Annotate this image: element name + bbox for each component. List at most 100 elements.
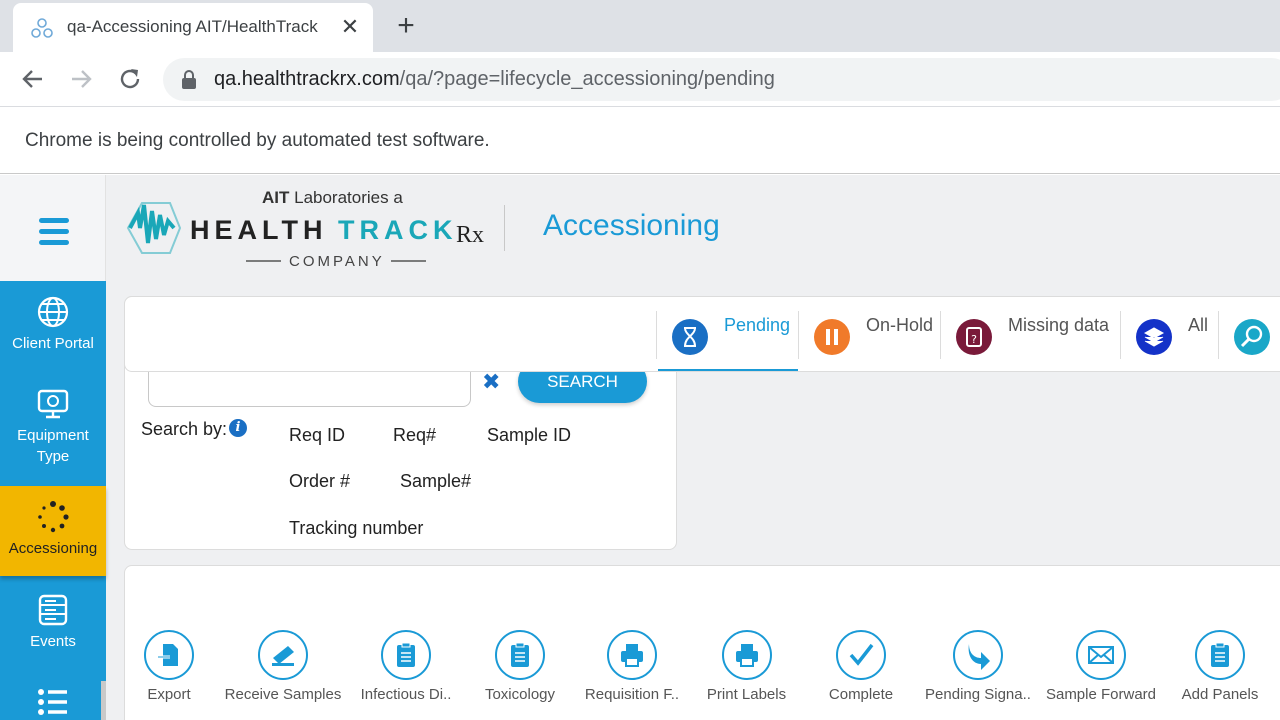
- svg-text:?: ?: [971, 333, 977, 346]
- monitor-icon: [37, 389, 69, 419]
- sidebar-item-accessioning[interactable]: Accessioning: [0, 486, 106, 576]
- printer-icon: [721, 630, 772, 680]
- clipboard-icon: [381, 630, 431, 680]
- sidebar-item-list[interactable]: [0, 685, 106, 720]
- app-header: AIT Laboratories a HEALTH TRACK Rx COMPA…: [106, 175, 1280, 281]
- browser-toolbar: qa.healthtrackrx.com/qa/?page=lifecycle_…: [0, 52, 1280, 107]
- info-icon[interactable]: i: [229, 419, 247, 437]
- svg-text:HEALTH: HEALTH: [190, 215, 328, 245]
- checkmark-icon: [836, 630, 886, 680]
- sidebar-nav: Client Portal Equipment Type Accessionin…: [0, 281, 106, 720]
- action-label: Complete: [828, 686, 894, 703]
- svg-text:TRACK: TRACK: [338, 215, 458, 245]
- tab-separator: [1218, 311, 1219, 359]
- pending-signature-button[interactable]: Pending Signa..: [923, 630, 1033, 703]
- sidebar-item-label: Equipment Type: [17, 427, 89, 465]
- automation-infobar: Chrome is being controlled by automated …: [0, 107, 1280, 174]
- svg-text:AIT Laboratories a: AIT Laboratories a: [262, 188, 403, 207]
- sidebar-item-label: Client Portal: [12, 335, 94, 352]
- list-icon: [38, 689, 67, 715]
- action-label: Print Labels: [706, 686, 787, 703]
- printer-icon: [607, 630, 657, 680]
- tab-separator: [798, 311, 799, 359]
- hourglass-icon: [672, 319, 708, 355]
- forward-arrow-icon[interactable]: [68, 66, 94, 92]
- toxicology-button[interactable]: Toxicology: [475, 630, 565, 703]
- sidebar-item-label: Events: [30, 633, 76, 650]
- sidebar-scrollbar[interactable]: [101, 681, 106, 720]
- server-list-icon: [38, 594, 68, 626]
- clipboard-icon: [1195, 630, 1245, 680]
- tab-label: Pending: [724, 315, 791, 335]
- action-label: Receive Samples: [224, 686, 342, 703]
- requisition-form-button[interactable]: Requisition F..: [582, 630, 682, 703]
- hamburger-menu-icon[interactable]: [39, 218, 69, 246]
- arrow-down-right-icon: [953, 630, 1003, 680]
- action-label: Add Panels: [1181, 686, 1259, 703]
- lock-icon[interactable]: [181, 70, 197, 90]
- browser-tabstrip: qa-Accessioning AIT/HealthTrack ✕ +: [0, 0, 1280, 52]
- tab-search-advanced[interactable]: [1220, 297, 1280, 371]
- action-label: Sample Forward: [1045, 686, 1157, 703]
- add-panels-button[interactable]: Add Panels: [1175, 630, 1265, 703]
- globe-icon: [37, 296, 69, 328]
- tab-all[interactable]: All: [1122, 297, 1218, 371]
- magnifier-icon: [1234, 319, 1270, 355]
- search-option-sample-number[interactable]: Sample#: [400, 471, 471, 492]
- tab-missing-data[interactable]: ? Missing data: [942, 297, 1120, 371]
- close-tab-icon[interactable]: ✕: [339, 16, 361, 38]
- action-label: Toxicology: [484, 686, 556, 703]
- pause-icon: [814, 319, 850, 355]
- sidebar-item-client-portal[interactable]: Client Portal: [0, 295, 106, 354]
- healthtrackrx-logo: AIT Laboratories a HEALTH TRACK Rx COMPA…: [126, 188, 484, 270]
- tab-on-hold[interactable]: On-Hold: [800, 297, 940, 371]
- tab-pending[interactable]: Pending: [658, 297, 798, 371]
- sidebar-header: [0, 175, 106, 281]
- action-label: Requisition F..: [584, 686, 680, 703]
- new-tab-button[interactable]: +: [392, 11, 420, 41]
- tab-label: On-Hold: [866, 315, 934, 335]
- url-text: qa.healthtrackrx.com/qa/?page=lifecycle_…: [214, 68, 775, 90]
- page-title: Accessioning: [543, 209, 720, 242]
- reload-icon[interactable]: [117, 66, 143, 92]
- svg-text:COMPANY: COMPANY: [289, 253, 385, 270]
- actions-toolbar: Export Receive Samples Infectious Di.. T…: [124, 565, 1280, 720]
- tab-title: qa-Accessioning AIT/HealthTrack: [67, 17, 318, 36]
- search-option-req-number[interactable]: Req#: [393, 425, 436, 446]
- tab-separator: [656, 311, 657, 359]
- back-arrow-icon[interactable]: [20, 66, 46, 92]
- clipboard-question-icon: ?: [956, 319, 992, 355]
- clear-search-icon[interactable]: ✖: [482, 371, 500, 393]
- layers-icon: [1136, 319, 1172, 355]
- tab-label: All: [1188, 315, 1209, 335]
- app-root: Client Portal Equipment Type Accessionin…: [0, 175, 1280, 720]
- tab-label: Missing data: [1008, 315, 1110, 335]
- export-button[interactable]: Export: [129, 630, 209, 703]
- infobar-message: Chrome is being controlled by automated …: [25, 130, 490, 151]
- sidebar-item-events[interactable]: Events: [0, 593, 106, 652]
- address-bar[interactable]: qa.healthtrackrx.com/qa/?page=lifecycle_…: [163, 58, 1280, 101]
- browser-tab[interactable]: qa-Accessioning AIT/HealthTrack ✕: [13, 3, 373, 52]
- sample-forward-button[interactable]: Sample Forward: [1045, 630, 1157, 703]
- receive-samples-button[interactable]: Receive Samples: [224, 630, 342, 703]
- complete-button[interactable]: Complete: [816, 630, 906, 703]
- tab-separator: [1120, 311, 1121, 359]
- search-by-label: Search by:: [141, 419, 228, 439]
- action-label: Export: [147, 686, 191, 703]
- action-label: Pending Signa..: [925, 686, 1031, 703]
- infectious-disease-button[interactable]: Infectious Di..: [356, 630, 456, 703]
- search-option-sample-id[interactable]: Sample ID: [487, 425, 571, 446]
- export-icon: [144, 630, 194, 680]
- search-option-order-number[interactable]: Order #: [289, 471, 350, 492]
- search-option-tracking-number[interactable]: Tracking number: [289, 518, 423, 539]
- spinner-icon: [38, 501, 69, 533]
- sidebar-item-equipment-type[interactable]: Equipment Type: [0, 387, 106, 467]
- sidebar-item-label: Accessioning: [8, 540, 98, 557]
- search-option-req-id[interactable]: Req ID: [289, 425, 345, 446]
- print-labels-button[interactable]: Print Labels: [699, 630, 794, 703]
- status-tabs-bar: Pending On-Hold ? Missing data All: [124, 296, 1280, 372]
- tab-separator: [940, 311, 941, 359]
- scanner-icon: [258, 630, 308, 680]
- action-label: Infectious Di..: [360, 686, 452, 703]
- svg-text:Rx: Rx: [456, 222, 484, 248]
